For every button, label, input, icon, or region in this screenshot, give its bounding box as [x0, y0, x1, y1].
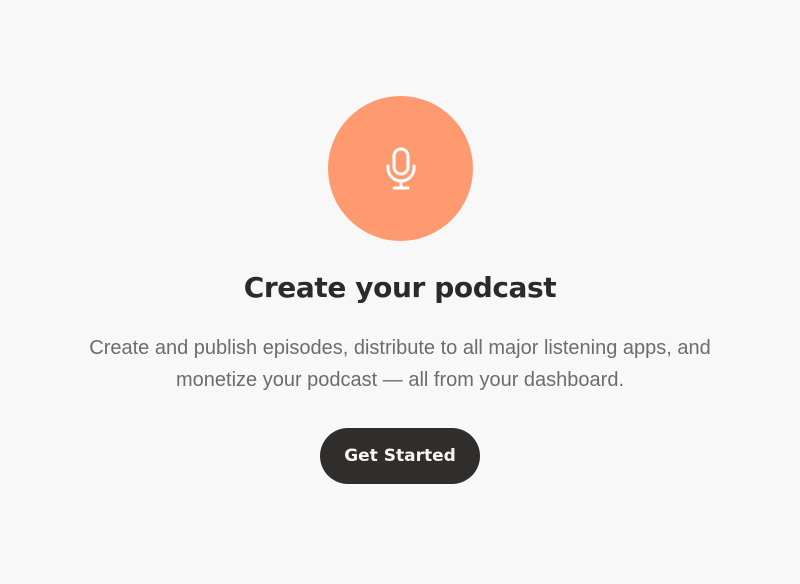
podcast-empty-state: Create your podcast Create and publish e…: [0, 0, 800, 584]
get-started-button[interactable]: Get Started: [320, 428, 480, 484]
page-title: Create your podcast: [243, 271, 557, 304]
microphone-icon: [386, 147, 415, 189]
description-text: Create and publish episodes, distribute …: [89, 337, 711, 391]
icon-circle: [328, 96, 473, 241]
